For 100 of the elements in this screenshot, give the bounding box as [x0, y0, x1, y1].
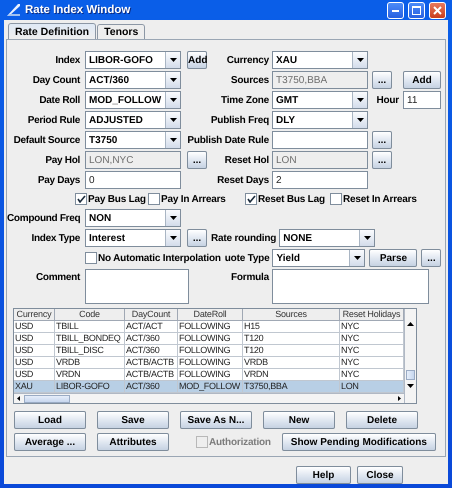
button[interactable]: ... — [187, 151, 207, 169]
checkbox[interactable]: Pay Bus Lag — [75, 193, 148, 205]
field-label: Reset Days — [216, 174, 269, 186]
dropdown[interactable]: NON — [85, 209, 181, 227]
field-label: Time Zone — [220, 94, 269, 106]
dropdown[interactable]: LIBOR-GOFO — [85, 51, 181, 69]
caret-icon — [170, 138, 176, 142]
button[interactable]: Show Pending Modifications — [282, 433, 436, 451]
field-label: Publish Freq — [210, 114, 269, 126]
button[interactable]: Save As N... — [180, 411, 252, 429]
caret-icon — [170, 58, 176, 62]
caret-icon — [170, 236, 176, 240]
button[interactable]: Load — [14, 411, 86, 429]
dropdown[interactable]: Yield — [272, 249, 366, 267]
field-label: Period Rule — [26, 114, 80, 126]
caret-icon — [170, 216, 176, 220]
field-label: Formula — [230, 272, 269, 283]
minimize-icon — [392, 8, 399, 12]
window-title: Rate Index Window — [25, 4, 132, 16]
scrollbar-thumb[interactable] — [24, 394, 70, 402]
dropdown[interactable]: NONE — [279, 229, 376, 247]
field-label: Comment — [34, 272, 80, 283]
add-button[interactable]: Add — [403, 71, 441, 89]
input-field[interactable]: LON — [272, 151, 368, 169]
dropdown[interactable]: T3750 — [85, 131, 181, 149]
button[interactable]: New — [263, 411, 335, 429]
check-icon — [76, 195, 86, 203]
caret-icon — [170, 118, 176, 122]
dropdown[interactable]: GMT — [272, 91, 368, 109]
button[interactable]: ... — [421, 249, 442, 267]
table-row[interactable]: USD TBILL ACT/ACT FOLLOWING H15 NYC — [14, 321, 404, 333]
checkbox[interactable]: Reset In Arrears — [330, 193, 441, 205]
field-label: Index — [54, 54, 80, 66]
input-field[interactable]: 2 — [272, 171, 368, 189]
scrollbar-thumb[interactable] — [406, 370, 415, 380]
horizontal-scrollbar[interactable] — [14, 393, 404, 403]
input-field[interactable]: 11 — [403, 91, 441, 109]
tab[interactable]: Rate Definition — [8, 23, 96, 39]
field-label: Publish Date Rule — [186, 134, 269, 146]
input-field[interactable]: T3750,BBA — [272, 71, 368, 89]
table-row[interactable]: USD VRDN ACTB/ACTB FOLLOWING VRDN NYC — [14, 369, 404, 381]
field-label: Sources — [230, 74, 269, 86]
field-label: Day Count — [32, 74, 80, 86]
input-field[interactable]: LON,NYC — [85, 151, 181, 169]
table-row[interactable]: USD VRDB ACTB/ACTB FOLLOWING VRDB NYC — [14, 357, 404, 369]
vertical-scrollbar[interactable] — [404, 309, 416, 403]
button[interactable]: Help — [296, 466, 351, 484]
text-area[interactable] — [85, 269, 189, 304]
button[interactable]: Close — [357, 466, 403, 484]
close-button[interactable] — [429, 2, 446, 18]
tab[interactable]: Tenors — [97, 24, 146, 39]
text-area[interactable] — [272, 269, 429, 304]
input-field[interactable] — [272, 131, 368, 149]
button[interactable]: Add — [187, 51, 207, 69]
field-label: Pay Hol — [44, 154, 80, 166]
caret-icon — [356, 98, 364, 102]
dropdown[interactable]: Interest — [85, 229, 181, 247]
field-label: Index Type — [30, 232, 80, 244]
dropdown[interactable]: ACT/360 — [85, 71, 181, 89]
caret-icon — [354, 256, 361, 260]
button[interactable]: Average ... — [14, 433, 86, 451]
field-label: uote Type — [224, 252, 270, 264]
minimize-button[interactable] — [387, 2, 404, 18]
table-row[interactable]: XAU LIBOR-GOFO ACT/360 MOD_FOLLOW T3750,BBA LON — [14, 381, 404, 393]
field-label: Reset Hol — [224, 154, 269, 166]
up-arrow-icon[interactable] — [406, 322, 414, 327]
button[interactable]: ... — [372, 71, 392, 89]
table-row[interactable]: USD TBILL_BONDEQ ACT/360 FOLLOWING T120 NYC — [14, 333, 404, 345]
caret-icon — [356, 58, 364, 62]
maximize-button[interactable] — [408, 2, 425, 18]
button[interactable]: Parse — [369, 249, 418, 267]
checkbox[interactable]: Pay In Arrears — [148, 193, 245, 205]
dropdown[interactable]: DLY — [272, 111, 368, 129]
dropdown[interactable]: MOD_FOLLOW — [85, 91, 181, 109]
checkbox[interactable]: No Automatic Interpolation — [85, 252, 221, 264]
caret-icon — [364, 236, 371, 240]
field-label: Rate rounding — [211, 232, 276, 244]
field-label: Date Roll — [38, 94, 80, 106]
dropdown[interactable]: ADJUSTED — [85, 111, 181, 129]
caret-icon — [356, 118, 364, 122]
button[interactable]: ... — [372, 131, 392, 149]
button[interactable]: Attributes — [97, 433, 169, 451]
dropdown[interactable]: XAU — [272, 51, 368, 69]
checkbox[interactable]: Reset Bus Lag — [245, 193, 330, 205]
button[interactable]: ... — [372, 151, 392, 169]
field-label: Default Source — [12, 134, 80, 146]
down-arrow-icon[interactable] — [406, 384, 414, 388]
field-label: Currency — [226, 54, 269, 66]
caret-icon — [170, 78, 176, 82]
button[interactable]: Save — [97, 411, 169, 429]
input-field[interactable]: 0 — [85, 171, 181, 189]
check-icon — [246, 195, 256, 203]
caret-icon — [170, 98, 176, 102]
table-row[interactable]: USD TBILL_DISC ACT/360 FOLLOWING T120 NYC — [14, 345, 404, 357]
button[interactable]: Delete — [346, 411, 418, 429]
maximize-icon — [412, 6, 421, 14]
close-icon — [433, 6, 442, 14]
field-label: Hour — [376, 94, 399, 106]
button[interactable]: ... — [187, 229, 207, 247]
app-icon — [6, 3, 21, 17]
